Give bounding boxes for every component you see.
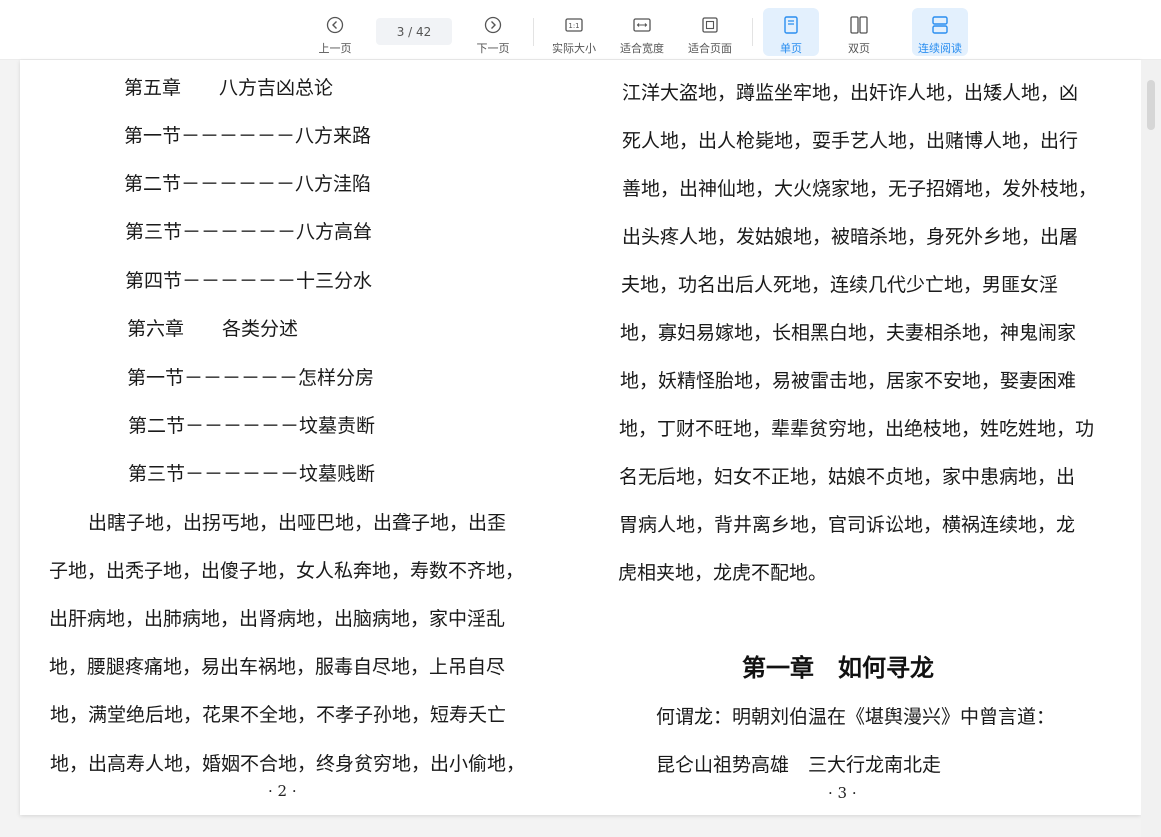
fit-width-button[interactable]: 适合宽度 <box>616 8 668 56</box>
body-line: 出瞎子地，出拐丐地，出哑巴地，出聋子地，出歪 <box>88 512 507 534</box>
toolbar-divider <box>533 18 534 46</box>
chapter-title: 第一章 如何寻龙 <box>742 653 934 682</box>
fit-page-button[interactable]: 适合页面 <box>684 8 736 56</box>
toc-entry[interactable]: 第三节－－－－－－坟墓贱断 <box>128 459 375 486</box>
toc-entry[interactable]: 第二节－－－－－－坟墓责断 <box>128 411 375 438</box>
toolbar-divider <box>752 18 753 46</box>
vertical-scrollbar[interactable] <box>1141 60 1161 837</box>
fit-page-icon <box>702 14 718 36</box>
continuous-reading-icon <box>931 14 949 36</box>
toc-entry[interactable]: 第一节－－－－－－怎样分房 <box>127 363 374 390</box>
double-page-button[interactable]: 双页 <box>836 8 882 56</box>
verse-line: 昆仑山祖势高雄 三大行龙南北走 <box>656 754 942 776</box>
body-line: 地，丁财不旺地，辈辈贫穷地，出绝枝地，姓吃姓地，功 <box>619 418 1095 440</box>
body-line: 虎相夹地，龙虎不配地。 <box>618 562 828 584</box>
double-page-label: 双页 <box>848 42 870 55</box>
body-line: 江洋大盗地，蹲监坐牢地，出奸诈人地，出矮人地，凶 <box>622 82 1079 104</box>
body-line: 地，妖精怪胎地，易被雷击地，居家不安地，娶妻困难 <box>620 370 1077 392</box>
right-page-number: · 3 · <box>828 784 857 802</box>
page-number-input[interactable]: 3 / 42 <box>376 18 452 45</box>
body-line: 地，寡妇易嫁地，长相黑白地，夫妻相杀地，神鬼闹家 <box>620 322 1077 344</box>
next-page-button[interactable]: 下一页 <box>472 8 514 56</box>
single-page-button[interactable]: 单页 <box>763 8 819 56</box>
fit-page-label: 适合页面 <box>688 42 732 55</box>
chevron-left-circle-icon <box>326 14 344 36</box>
svg-text:1:1: 1:1 <box>568 22 579 30</box>
body-line: 地，腰腿疼痛地，易出车祸地，服毒自尽地，上吊自尽 <box>49 656 506 678</box>
body-line: 地，出高寿人地，婚姻不合地，终身贫穷地，出小偷地， <box>50 753 526 775</box>
toc-entry[interactable]: 第四节－－－－－－十三分水 <box>125 266 372 293</box>
fit-width-label: 适合宽度 <box>620 42 664 55</box>
toc-entry[interactable]: 第二节－－－－－－八方洼陷 <box>124 169 371 196</box>
chevron-right-circle-icon <box>484 14 502 36</box>
body-line: 善地，出神仙地，大火烧家地，无子招婿地，发外枝地， <box>622 178 1098 200</box>
scrollbar-thumb[interactable] <box>1147 80 1155 130</box>
continuous-reading-label: 连续阅读 <box>918 42 962 55</box>
document-spread: 第五章 八方吉凶总论 第一节－－－－－－八方来路 第二节－－－－－－八方洼陷 第… <box>20 60 1141 815</box>
body-line: 出头疼人地，发姑娘地，被暗杀地，身死外乡地，出屠 <box>622 226 1079 248</box>
body-line: 死人地，出人枪毙地，耍手艺人地，出赌博人地，出行 <box>622 130 1079 152</box>
actual-size-icon: 1:1 <box>565 14 583 36</box>
intro-line: 何谓龙：明朝刘伯温在《堪舆漫兴》中曾言道： <box>656 706 1056 728</box>
body-line: 地，满堂绝后地，花果不全地，不孝子孙地，短寿夭亡 <box>50 704 507 726</box>
actual-size-button[interactable]: 1:1 实际大小 <box>548 8 600 56</box>
body-line: 名无后地，妇女不正地，姑娘不贞地，家中患病地，出 <box>619 466 1076 488</box>
double-page-icon <box>850 14 868 36</box>
actual-size-label: 实际大小 <box>552 42 596 55</box>
body-line: 夫地，功名出后人死地，连续几代少亡地，男匪女淫 <box>621 274 1059 296</box>
toc-entry[interactable]: 第六章 各类分述 <box>127 314 298 341</box>
body-line: 子地，出秃子地，出傻子地，女人私奔地，寿数不齐地， <box>49 560 525 582</box>
single-page-label: 单页 <box>780 42 802 55</box>
prev-page-label: 上一页 <box>318 42 352 55</box>
continuous-reading-button[interactable]: 连续阅读 <box>912 8 968 56</box>
body-line: 胃病人地，背井离乡地，官司诉讼地，横祸连续地，龙 <box>619 514 1076 536</box>
body-line: 出肝病地，出肺病地，出肾病地，出脑病地，家中淫乱 <box>49 608 506 630</box>
single-page-icon <box>784 14 798 36</box>
toc-entry[interactable]: 第三节－－－－－－八方高耸 <box>125 217 372 244</box>
toc-entry[interactable]: 第五章 八方吉凶总论 <box>124 73 333 100</box>
viewer-toolbar: 上一页 3 / 42 下一页 1:1 实际大小 适合宽度 适合页面 单页 双页 … <box>0 0 1161 60</box>
prev-page-button[interactable]: 上一页 <box>314 8 356 56</box>
left-page-number: · 2 · <box>268 782 297 800</box>
fit-width-icon <box>633 14 651 36</box>
next-page-label: 下一页 <box>476 42 510 55</box>
toc-entry[interactable]: 第一节－－－－－－八方来路 <box>124 121 371 148</box>
